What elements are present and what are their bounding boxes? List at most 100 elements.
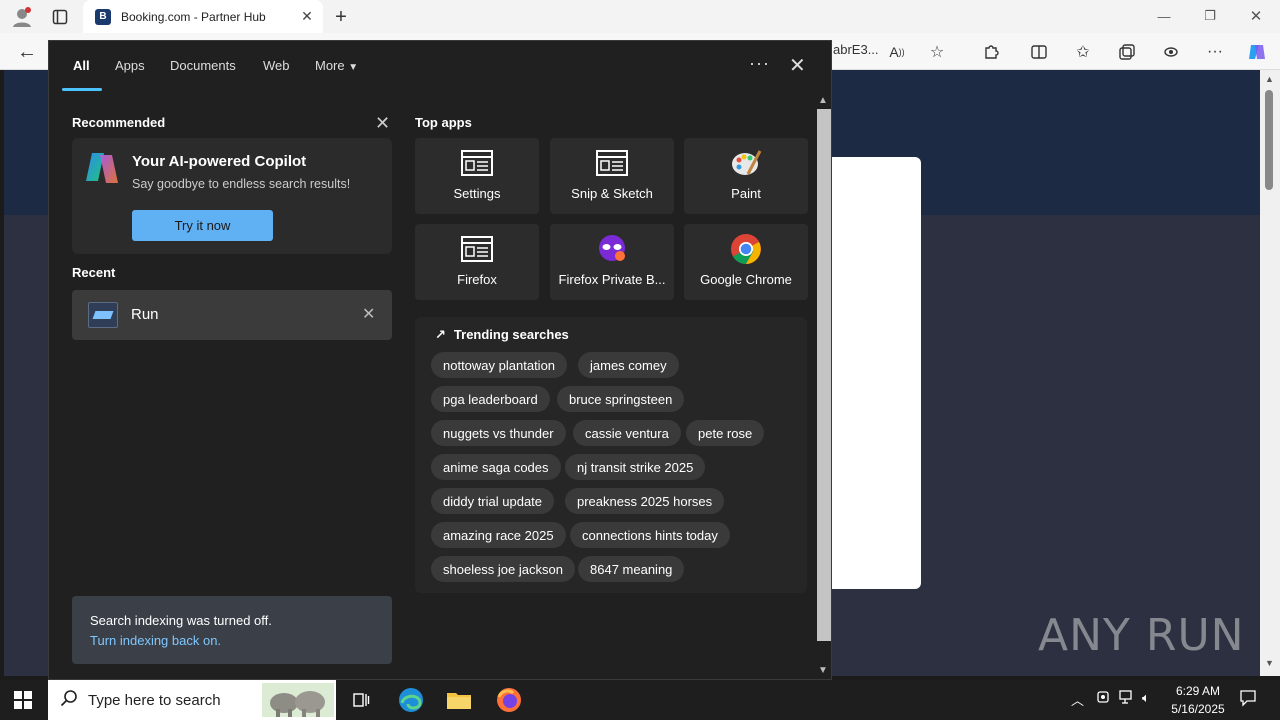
trending-pill[interactable]: diddy trial update (431, 488, 555, 514)
trending-searches-panel: ↗ Trending searches nottoway plantation j… (415, 317, 807, 593)
network-icon[interactable] (1119, 690, 1135, 707)
restore-icon[interactable]: ❐ (1190, 4, 1230, 28)
taskbar-search-placeholder: Type here to search (88, 692, 221, 709)
tab-actions-icon[interactable] (47, 4, 73, 30)
window-icon (461, 148, 493, 178)
recent-item-run[interactable]: Run ✕ (72, 290, 392, 340)
trending-pill[interactable]: nj transit strike 2025 (565, 454, 706, 480)
chrome-icon (730, 234, 762, 264)
trending-pill[interactable]: pga leaderboard (431, 386, 550, 412)
page-scroll-up-icon[interactable]: ▲ (1265, 74, 1274, 84)
trending-pill[interactable]: shoeless joe jackson (431, 556, 575, 582)
clock-time[interactable]: 6:29 AM (1168, 684, 1228, 698)
trending-heading-label: Trending searches (453, 327, 569, 342)
trending-pill[interactable]: james comey (578, 352, 679, 378)
tab-documents[interactable]: Documents (170, 58, 236, 73)
trending-pill[interactable]: nottoway plantation (431, 352, 568, 378)
copilot-card-title: Your AI-powered Copilot (132, 153, 307, 170)
browser-tab[interactable]: B Booking.com - Partner Hub ✕ (83, 0, 323, 33)
active-tab-indicator (62, 88, 102, 91)
app-tile-label: Firefox Private B... (558, 272, 666, 287)
page-scrollbar[interactable]: ▲ ▼ (1260, 70, 1280, 676)
app-tile-firefox-private[interactable]: Firefox Private B... (550, 224, 674, 300)
collections-icon[interactable] (1114, 39, 1140, 65)
page-card (832, 157, 921, 589)
windows-search-flyout: All Apps Documents Web More ▼ ··· ✕ Reco… (48, 40, 832, 680)
favorites-icon[interactable]: ✩ (1070, 39, 1096, 65)
clock-date[interactable]: 5/16/2025 (1163, 702, 1233, 716)
flyout-scrollbar-thumb[interactable] (817, 109, 831, 641)
tab-more[interactable]: More ▼ (315, 58, 358, 73)
app-tile-label: Paint (731, 186, 761, 201)
firefox-taskbar-icon[interactable] (494, 686, 524, 714)
app-tile-label: Google Chrome (700, 272, 792, 287)
search-tabs: All Apps Documents Web More ▼ ··· ✕ (49, 41, 833, 91)
page-scroll-down-icon[interactable]: ▼ (1265, 658, 1274, 668)
back-icon[interactable]: ← (14, 39, 40, 65)
windows-taskbar: Type here to search ︿ 🔈︎ 6:29 AM 5/16/20… (0, 680, 1280, 720)
tab-close-icon[interactable]: ✕ (297, 8, 317, 25)
run-app-icon (88, 302, 118, 328)
app-tile-label: Firefox (457, 272, 497, 287)
scroll-down-icon[interactable]: ▼ (818, 665, 828, 676)
split-screen-icon[interactable] (1026, 39, 1052, 65)
favorite-star-icon[interactable]: ☆ (924, 39, 950, 65)
copilot-card-subtitle: Say goodbye to endless search results! (132, 177, 351, 191)
file-explorer-icon[interactable] (444, 686, 474, 714)
flyout-scrollbar[interactable]: ▲ ▼ (817, 93, 831, 679)
trending-pill[interactable]: anime saga codes (431, 454, 561, 480)
trending-pill[interactable]: preakness 2025 horses (565, 488, 725, 514)
tab-web[interactable]: Web (263, 58, 290, 73)
remove-recent-icon[interactable]: ✕ (362, 304, 375, 324)
taskbar-search-box[interactable]: Type here to search (48, 680, 336, 720)
try-it-now-button[interactable]: Try it now (132, 210, 273, 241)
copilot-logo-icon (86, 153, 118, 183)
trending-heading: ↗ Trending searches (435, 327, 569, 343)
flyout-close-icon[interactable]: ✕ (789, 53, 806, 78)
app-tile-snip-sketch[interactable]: Snip & Sketch (550, 138, 674, 214)
new-tab-icon[interactable]: + (328, 4, 354, 30)
windows-start-icon[interactable] (8, 686, 38, 714)
tab-apps[interactable]: Apps (115, 58, 145, 73)
app-tile-paint[interactable]: Paint (684, 138, 808, 214)
app-tile-label: Snip & Sketch (571, 186, 653, 201)
tray-app-icon[interactable] (1096, 690, 1110, 707)
turn-indexing-on-link[interactable]: Turn indexing back on. (90, 633, 221, 648)
trending-pill[interactable]: amazing race 2025 (431, 522, 566, 548)
tray-overflow-icon[interactable]: ︿ (1071, 690, 1084, 709)
read-aloud-icon[interactable]: A)) (884, 39, 910, 65)
window-icon (461, 234, 493, 264)
extensions-icon[interactable] (978, 39, 1004, 65)
trending-pill[interactable]: cassie ventura (573, 420, 681, 446)
edge-taskbar-icon[interactable] (396, 686, 426, 714)
volume-icon[interactable]: 🔈︎ (1142, 690, 1150, 706)
app-tile-settings[interactable]: Settings (415, 138, 539, 214)
app-tile-google-chrome[interactable]: Google Chrome (684, 224, 808, 300)
trending-pill[interactable]: 8647 meaning (578, 556, 685, 582)
search-highlight-elephant-icon (262, 683, 334, 717)
trending-pill[interactable]: bruce springsteen (557, 386, 685, 412)
profile-icon[interactable] (9, 4, 35, 30)
window-close-icon[interactable]: ✕ (1236, 4, 1276, 28)
app-tile-firefox[interactable]: Firefox (415, 224, 539, 300)
browser-essentials-icon[interactable] (1158, 39, 1184, 65)
minimize-icon[interactable]: — (1144, 4, 1184, 28)
top-apps-heading: Top apps (415, 115, 472, 130)
copilot-promo-card[interactable]: Your AI-powered Copilot Say goodbye to e… (72, 138, 392, 254)
chevron-down-icon: ▼ (348, 62, 359, 73)
task-view-icon[interactable] (346, 686, 376, 714)
recent-heading: Recent (72, 265, 116, 280)
tab-all[interactable]: All (73, 58, 90, 73)
more-options-icon[interactable]: ··· (749, 53, 770, 74)
settings-more-icon[interactable]: ··· (1202, 39, 1228, 65)
trending-pill[interactable]: nuggets vs thunder (431, 420, 566, 446)
trending-pill[interactable]: connections hints today (570, 522, 730, 548)
booking-favicon-icon: B (95, 8, 111, 25)
scroll-up-icon[interactable]: ▲ (818, 95, 828, 106)
recommended-close-icon[interactable]: ✕ (375, 113, 390, 134)
trending-pill[interactable]: pete rose (686, 420, 765, 446)
copilot-browser-icon[interactable] (1244, 39, 1270, 65)
page-scrollbar-thumb[interactable] (1265, 90, 1273, 190)
address-bar-fragment[interactable]: abrE3... (833, 42, 879, 57)
notifications-icon[interactable] (1239, 689, 1257, 710)
